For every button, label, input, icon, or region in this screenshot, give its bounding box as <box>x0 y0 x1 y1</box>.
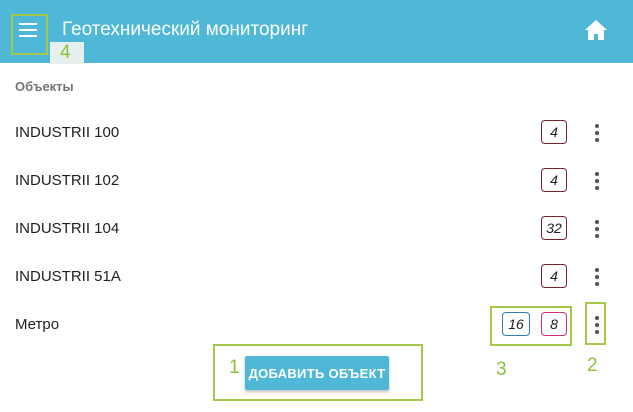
highlight-box-more-menu <box>585 302 606 345</box>
count-badge: 4 <box>541 264 567 288</box>
list-item[interactable]: INDUSTRII 51A 4 <box>0 253 633 301</box>
list-item[interactable]: INDUSTRII 102 4 <box>0 157 633 205</box>
more-vert-icon[interactable] <box>588 169 606 193</box>
count-badge: 4 <box>541 168 567 192</box>
page-title: Геотехнический мониторинг <box>62 19 309 40</box>
list-item[interactable]: INDUSTRII 100 4 <box>0 109 633 157</box>
highlight-box-menu <box>11 14 48 55</box>
count-badge: 32 <box>541 216 567 240</box>
more-vert-icon[interactable] <box>588 121 606 145</box>
highlight-box-add-button <box>213 344 423 401</box>
home-icon[interactable] <box>584 19 608 41</box>
highlight-box-badges <box>490 306 572 346</box>
annotation-number: 3 <box>496 359 507 380</box>
section-label: Объекты <box>15 79 74 94</box>
app-bar: Геотехнический мониторинг <box>0 0 633 63</box>
object-name: Метро <box>15 316 60 333</box>
object-name: INDUSTRII 102 <box>15 172 120 189</box>
count-badge: 4 <box>541 120 567 144</box>
more-vert-icon[interactable] <box>588 265 606 289</box>
object-name: INDUSTRII 104 <box>15 220 120 237</box>
more-vert-icon[interactable] <box>588 217 606 241</box>
list-item[interactable]: INDUSTRII 104 32 <box>0 205 633 253</box>
annotation-number: 1 <box>229 357 240 378</box>
object-name: INDUSTRII 51A <box>15 268 121 285</box>
object-name: INDUSTRII 100 <box>15 124 120 141</box>
annotation-number: 2 <box>587 355 598 376</box>
annotation-number: 4 <box>50 42 84 64</box>
